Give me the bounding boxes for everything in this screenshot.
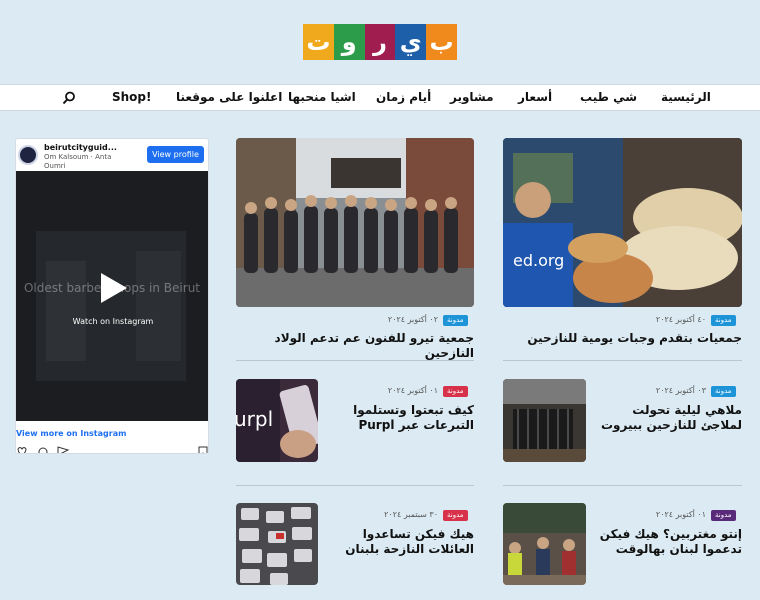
bookmark-icon: [198, 446, 208, 453]
nav-item-food[interactable]: شي طيب: [580, 85, 637, 110]
category-badge[interactable]: مدونة: [711, 386, 736, 397]
instagram-action-icons: [17, 446, 208, 453]
article-image[interactable]: [236, 138, 474, 307]
logo-letter: و: [333, 24, 365, 60]
divider: [503, 360, 742, 361]
article-image[interactable]: [236, 503, 318, 585]
article-title[interactable]: ملاهي ليلية تحولت لملاجئ للنازحين ببيروت: [592, 403, 742, 433]
article-date: ٠١ أكتوبر ٢٠٢٤: [387, 386, 438, 395]
category-badge[interactable]: مدونة: [443, 510, 468, 521]
nav-item-trips[interactable]: مشاوير: [450, 85, 494, 110]
instagram-username[interactable]: beirutcityguid...: [44, 143, 117, 152]
article-title[interactable]: هيك فيكن تساعدوا العائلات النازحة بلبنان: [324, 527, 474, 557]
logo-letter: ب: [426, 24, 457, 60]
avatar[interactable]: [18, 145, 38, 165]
article-title[interactable]: جمعية تيرو للفنون عم تدعم الولاد النازحي…: [236, 331, 474, 361]
article-title[interactable]: إنتو مغتربين؟ هيك فيكن تدعموا لبنان بهال…: [592, 527, 742, 557]
comment-icon: [38, 447, 48, 453]
divider: [236, 360, 474, 361]
instagram-audio[interactable]: Om Kalsoum · Anta Oumri: [44, 153, 134, 171]
logo-letter: ي: [395, 24, 427, 60]
article-image[interactable]: [503, 503, 586, 585]
logo-letter: ر: [364, 24, 396, 60]
nav-item-advertise[interactable]: اعلنوا على موقعنا: [176, 85, 282, 110]
nav-item-shop[interactable]: Shop!: [112, 85, 152, 110]
play-icon[interactable]: [95, 271, 129, 305]
article-image[interactable]: ed.org: [503, 138, 742, 307]
category-badge[interactable]: مدونة: [711, 510, 736, 521]
nav-item-prices[interactable]: أسعار: [518, 85, 552, 110]
article-date: ٤٠ أكتوبر ٢٠٢٤: [655, 315, 706, 324]
article-image[interactable]: [503, 379, 586, 462]
article-image[interactable]: urpl: [236, 379, 318, 462]
category-badge[interactable]: مدونة: [443, 386, 468, 397]
like-icon: [17, 447, 27, 453]
svg-text:ed.org: ed.org: [513, 251, 564, 270]
article-date: ٣٠ سبتمبر ٢٠٢٤: [384, 510, 438, 519]
nav-item-home[interactable]: الرئيسية: [661, 85, 711, 110]
category-badge[interactable]: مدونة: [443, 315, 468, 326]
category-badge[interactable]: مدونة: [711, 315, 736, 326]
divider: [503, 485, 742, 486]
article-title[interactable]: جمعيات بتقدم وجبات يومية للنازحين: [503, 331, 742, 346]
nav-item-favorites[interactable]: اشيا منحبها: [288, 85, 356, 110]
nav-item-old-days[interactable]: أيام زمان: [376, 85, 431, 110]
share-icon: [57, 446, 70, 453]
search-icon[interactable]: [62, 91, 76, 105]
article-date: ٠٢ أكتوبر ٢٠٢٤: [387, 315, 438, 324]
view-profile-button[interactable]: View profile: [147, 146, 204, 163]
article-date: ٠١ أكتوبر ٢٠٢٤: [655, 510, 706, 519]
article-date: ٠٣ أكتوبر ٢٠٢٤: [655, 386, 706, 395]
main-nav: الرئيسية شي طيب أسعار مشاوير أيام زمان ا…: [0, 84, 760, 111]
view-more-link[interactable]: View more on Instagram: [16, 429, 126, 438]
instagram-embed: beirutcityguid... Om Kalsoum · Anta Oumr…: [15, 138, 209, 454]
instagram-video[interactable]: Oldest barber shops in Beirut Watch on I…: [16, 171, 208, 421]
article-title[interactable]: كيف تبعتوا وتستلموا التبرعات عبر Purpl: [324, 403, 474, 433]
svg-text:urpl: urpl: [236, 407, 273, 431]
site-logo[interactable]: توريب: [303, 24, 457, 60]
divider: [236, 485, 474, 486]
logo-letter: ت: [303, 24, 334, 60]
watch-on-instagram-link[interactable]: Watch on Instagram: [16, 317, 208, 326]
